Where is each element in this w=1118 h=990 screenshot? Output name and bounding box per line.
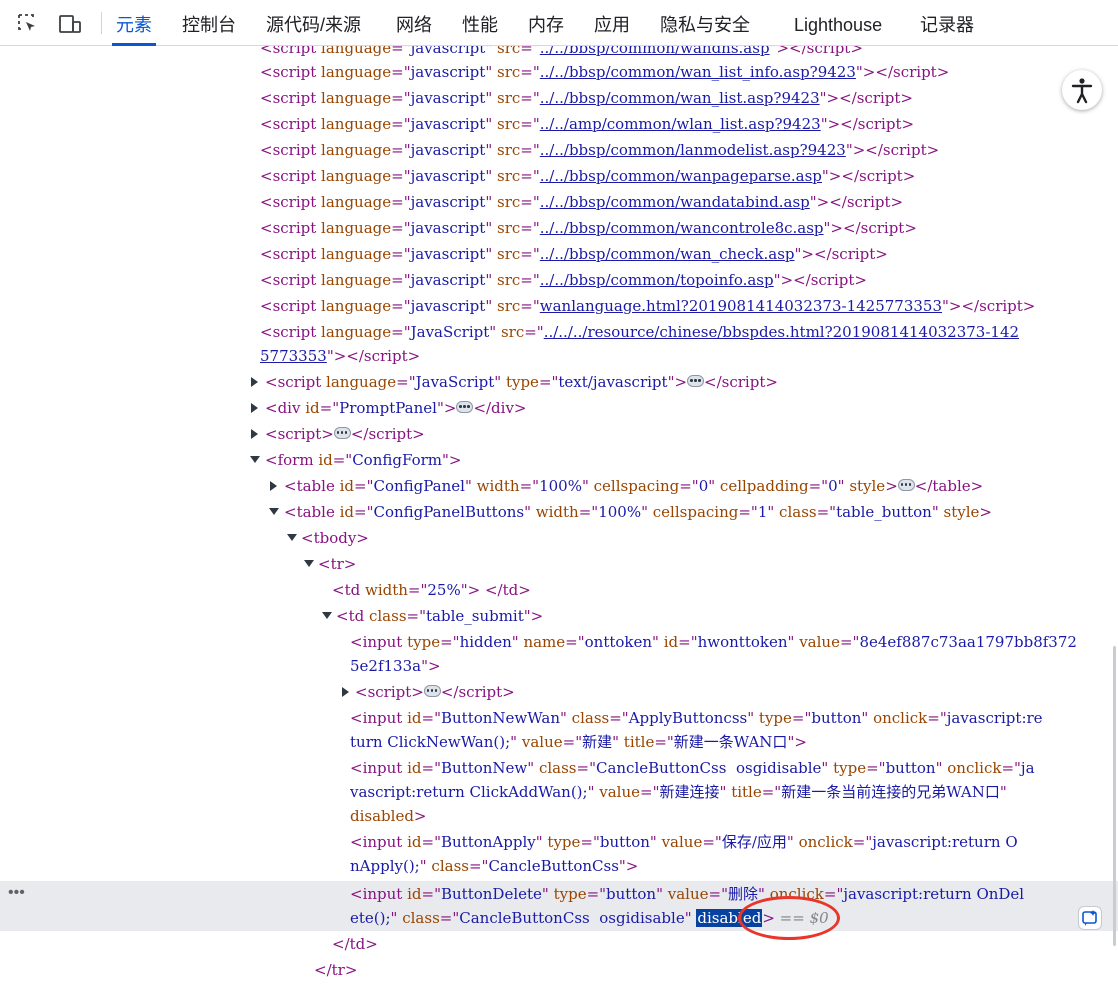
tree-node-script-wrap: 5773353"></script>	[260, 347, 421, 365]
tree-node-input-button-new[interactable]: <input id="ButtonNew" class="CancleButto…	[350, 758, 1035, 778]
scrollbar[interactable]	[1113, 646, 1116, 946]
tab-privacy-security[interactable]: 隐私与安全	[660, 0, 750, 46]
tree-node-script-collapsed[interactable]: <script> </script>	[355, 682, 515, 702]
collapse-triangle-icon[interactable]	[322, 612, 332, 619]
tab-elements[interactable]: 元素	[112, 0, 156, 46]
tree-node-input-wrap: turn ClickNewWan();" value="新建" title="新…	[350, 733, 807, 751]
tree-node-script[interactable]: <script language="javascript" src="../..…	[260, 270, 867, 290]
tree-node-tr-close: </tr>	[314, 961, 358, 979]
ai-assistance-icon[interactable]	[1078, 906, 1102, 930]
annotation-highlight-circle	[738, 896, 840, 940]
script-src-link[interactable]: ../../../resource/chinese/bbspdes.html?2…	[544, 323, 1019, 341]
tab-performance[interactable]: 性能	[462, 0, 498, 46]
tree-node-div-prompt-panel[interactable]: <div id="PromptPanel"> </div>	[265, 398, 527, 418]
tree-node-table-config-panel-buttons[interactable]: <table id="ConfigPanelButtons" width="10…	[284, 502, 992, 522]
tree-node-tbody[interactable]: <tbody>	[301, 528, 369, 548]
tree-node-script[interactable]: <script language="javascript" src="../..…	[260, 114, 914, 134]
tab-sources[interactable]: 源代码/来源	[266, 0, 361, 46]
script-src-link[interactable]: ../../bbsp/common/wan_check.asp	[540, 245, 795, 263]
tree-node-script[interactable]: <script language="javascript" src="../..…	[260, 62, 949, 82]
tree-node-script[interactable]: <script language="javascript" src="../..…	[260, 218, 917, 238]
script-src-link[interactable]: ../../bbsp/common/wandns.asp	[540, 46, 770, 57]
ellipsis-icon[interactable]	[456, 401, 474, 413]
tree-node-script-collapsed[interactable]: <script language="JavaScript" type="text…	[265, 372, 778, 392]
expand-triangle-icon[interactable]	[251, 377, 258, 387]
tree-node-input-wrap: vascript:return ClickAddWan();" value="新…	[350, 783, 1007, 801]
inspect-element-icon[interactable]	[16, 12, 40, 36]
script-src-link[interactable]: ../../amp/common/wlan_list.asp?9423	[540, 115, 821, 133]
tab-console[interactable]: 控制台	[182, 0, 236, 46]
script-src-link[interactable]: ../../bbsp/common/wan_list.asp?9423	[540, 89, 820, 107]
expand-triangle-icon[interactable]	[251, 403, 258, 413]
expand-triangle-icon[interactable]	[342, 687, 349, 697]
tab-lighthouse[interactable]: Lighthouse	[794, 0, 882, 46]
script-src-link[interactable]: 5773353	[260, 347, 327, 365]
tree-node-script[interactable]: <script language="JavaScript" src="../..…	[260, 322, 1019, 342]
tree-node-td[interactable]: <td width="25%"> </td>	[332, 580, 531, 600]
tree-node-script[interactable]: <script language="javascript" src="../..…	[260, 46, 863, 58]
tree-node-input-hidden[interactable]: <input type="hidden" name="onttoken" id=…	[350, 632, 1077, 652]
elements-tree: <script language="javascript" src="../..…	[0, 46, 1118, 990]
tree-node-input-button-delete[interactable]: <input id="ButtonDelete" type="button" v…	[350, 884, 1024, 904]
ellipsis-icon[interactable]	[423, 685, 441, 697]
tree-node-script[interactable]: <script language="javascript" src="wanla…	[260, 296, 1035, 316]
expand-triangle-icon[interactable]	[251, 429, 258, 439]
accessibility-icon[interactable]	[1062, 70, 1102, 110]
tree-node-input-wrap: disabled>	[350, 807, 427, 825]
ellipsis-icon[interactable]	[333, 427, 351, 439]
tree-node-script[interactable]: <script language="javascript" src="../..…	[260, 140, 939, 160]
tab-memory[interactable]: 内存	[528, 0, 564, 46]
tree-node-td-submit[interactable]: <td class="table_submit">	[336, 606, 543, 626]
tree-node-input-button-new-wan[interactable]: <input id="ButtonNewWan" class="ApplyBut…	[350, 708, 1043, 728]
collapse-triangle-icon[interactable]	[287, 534, 297, 541]
script-src-link[interactable]: ../../bbsp/common/wanpageparse.asp	[540, 167, 822, 185]
expand-triangle-icon[interactable]	[270, 481, 277, 491]
tree-node-table-config-panel[interactable]: <table id="ConfigPanel" width="100%" cel…	[284, 476, 983, 496]
tree-node-input-button-apply[interactable]: <input id="ButtonApply" type="button" va…	[350, 832, 1018, 852]
script-src-link[interactable]: ../../bbsp/common/wancontrole8c.asp	[540, 219, 824, 237]
collapse-triangle-icon[interactable]	[269, 508, 279, 515]
tree-node-script-collapsed[interactable]: <script> </script>	[265, 424, 425, 444]
tab-recorder[interactable]: 记录器	[920, 0, 974, 46]
ellipsis-icon[interactable]	[687, 375, 705, 387]
device-toolbar-icon[interactable]	[58, 12, 82, 36]
toolbar-separator	[101, 12, 102, 34]
more-options-icon[interactable]: •••	[8, 884, 25, 902]
tab-application[interactable]: 应用	[594, 0, 630, 46]
tree-node-tr[interactable]: <tr>	[318, 554, 356, 574]
script-src-link[interactable]: ../../bbsp/common/topoinfo.asp	[540, 271, 774, 289]
script-src-link[interactable]: ../../bbsp/common/lanmodelist.asp?9423	[540, 141, 846, 159]
collapse-triangle-icon[interactable]	[304, 560, 314, 567]
tree-node-script[interactable]: <script language="javascript" src="../..…	[260, 244, 888, 264]
tree-node-input-wrap: nApply();" class="CancleButtonCss">	[350, 857, 639, 875]
tree-node-script[interactable]: <script language="javascript" src="../..…	[260, 192, 903, 212]
script-src-link[interactable]: wanlanguage.html?2019081414032373-142577…	[540, 297, 942, 315]
script-src-link[interactable]: ../../bbsp/common/wan_list_info.asp?9423	[540, 63, 856, 81]
tree-node-td-close: </td>	[332, 935, 378, 953]
tree-node-script[interactable]: <script language="javascript" src="../..…	[260, 88, 913, 108]
tree-node-script[interactable]: <script language="javascript" src="../..…	[260, 166, 915, 186]
devtools-toolbar: 元素 控制台 源代码/来源 网络 性能 内存 应用 隐私与安全 Lighthou…	[0, 0, 1118, 46]
tab-network[interactable]: 网络	[396, 0, 432, 46]
ellipsis-icon[interactable]	[897, 479, 915, 491]
tree-node-form[interactable]: <form id="ConfigForm">	[265, 450, 461, 470]
tree-node-input-hidden-wrap: 5e2f133a">	[350, 657, 441, 675]
collapse-triangle-icon[interactable]	[250, 456, 260, 463]
script-src-link[interactable]: ../../bbsp/common/wandatabind.asp	[540, 193, 810, 211]
